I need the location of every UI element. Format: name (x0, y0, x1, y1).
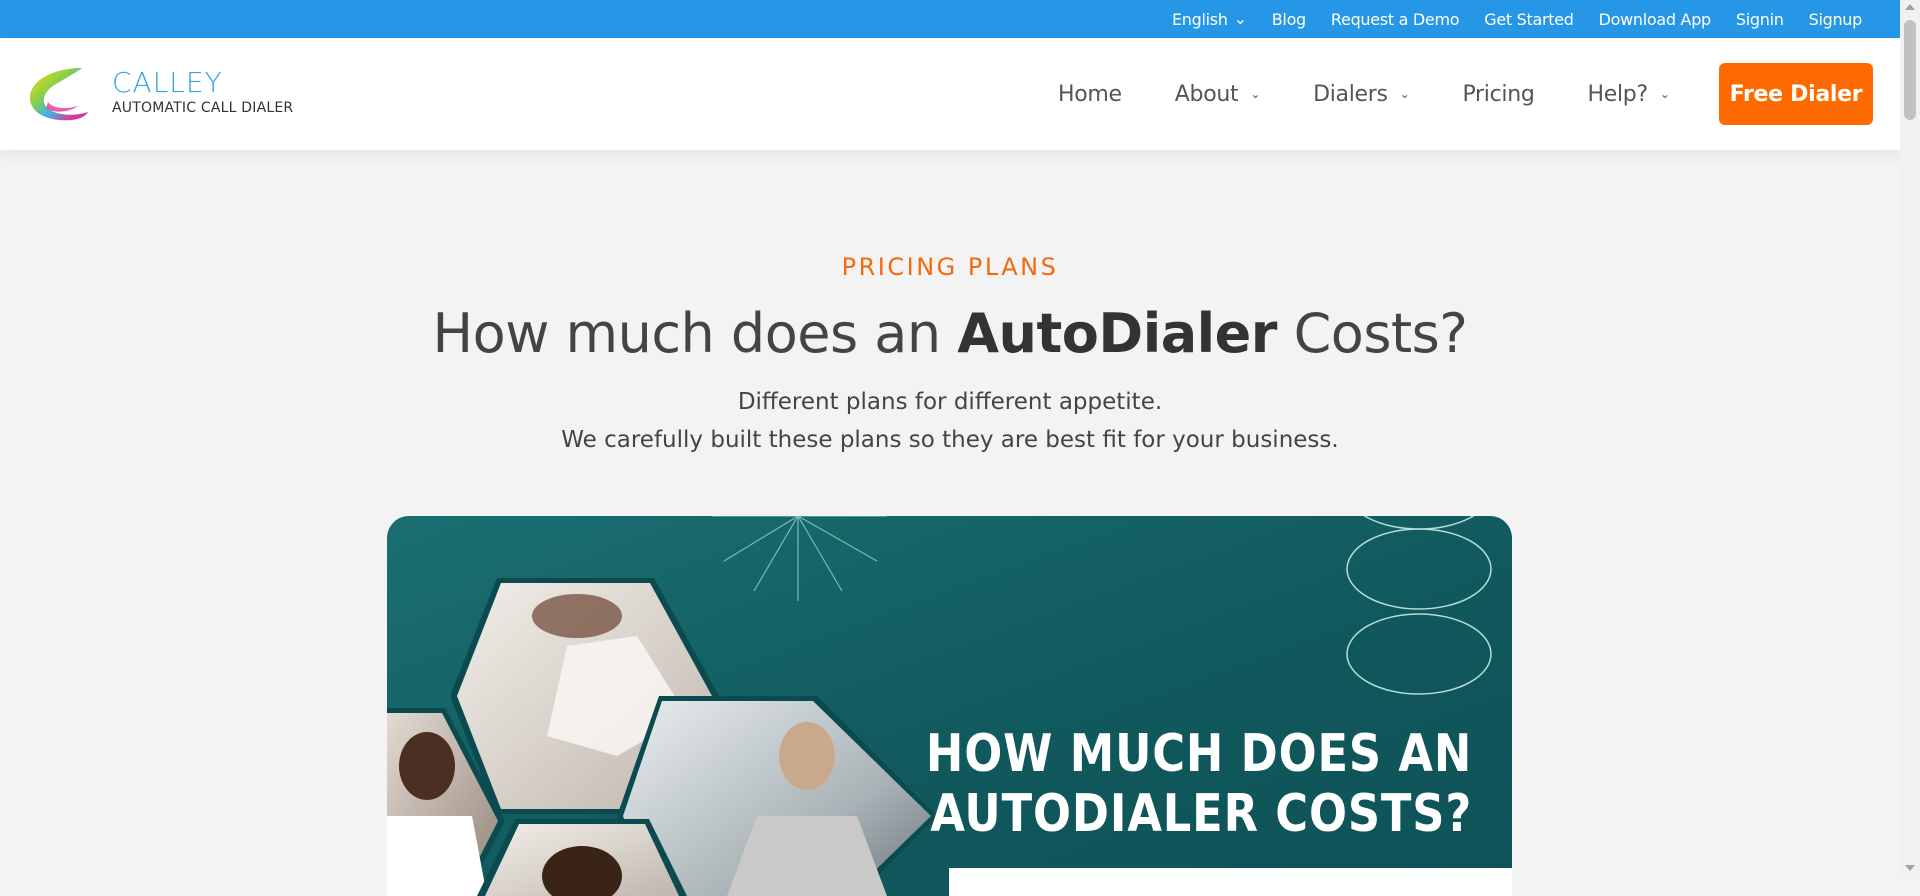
chevron-down-icon: ⌄ (1233, 8, 1247, 28)
scroll-down-arrow-icon[interactable] (1905, 865, 1915, 871)
banner-white-strip (949, 868, 1512, 896)
main-header: CALLEY AUTOMATIC CALL DIALER Home About ⌄… (0, 38, 1900, 150)
scrollbar-thumb[interactable] (1904, 20, 1916, 120)
top-link-request-demo[interactable]: Request a Demo (1331, 10, 1460, 29)
headline-post: Costs? (1276, 302, 1468, 365)
nav-about-label: About (1174, 81, 1239, 107)
banner-title-line-2: AUTODIALER COSTS? (930, 784, 1472, 844)
top-link-blog[interactable]: Blog (1272, 10, 1306, 29)
scroll-up-arrow-icon[interactable] (1905, 4, 1915, 10)
main-nav: Home About ⌄ Dialers ⌄ Pricing Help? ⌄ (1058, 38, 1723, 150)
nav-pricing[interactable]: Pricing (1462, 82, 1534, 107)
top-link-get-started[interactable]: Get Started (1484, 10, 1574, 29)
nav-home[interactable]: Home (1058, 82, 1122, 107)
calley-logo-icon[interactable] (24, 62, 90, 126)
page-scrollbar[interactable] (1900, 0, 1920, 875)
chevron-down-icon: ⌄ (1659, 87, 1670, 101)
nav-help-label: Help? (1587, 81, 1649, 107)
top-links: English ⌄ Blog Request a Demo Get Started… (1172, 0, 1862, 38)
section-eyebrow: PRICING PLANS (841, 253, 1059, 281)
nav-pricing-label: Pricing (1462, 81, 1535, 107)
language-selector[interactable]: English ⌄ (1171, 8, 1247, 29)
nav-about[interactable]: About ⌄ (1174, 81, 1261, 107)
top-utility-bar: English ⌄ Blog Request a Demo Get Started… (0, 0, 1900, 38)
chevron-down-icon: ⌄ (1399, 87, 1410, 101)
top-link-signin[interactable]: Signin (1736, 10, 1784, 29)
top-link-signup[interactable]: Signup (1809, 10, 1863, 29)
headline-bold: AutoDialer (957, 302, 1277, 365)
language-label: English (1171, 9, 1228, 29)
pricing-banner-image: HOW MUCH DOES AN AUTODIALER COSTS? (387, 516, 1512, 896)
nav-dialers[interactable]: Dialers ⌄ (1313, 81, 1410, 107)
chevron-down-icon: ⌄ (1250, 87, 1261, 101)
brand-name[interactable]: CALLEY (112, 66, 223, 99)
free-dialer-button[interactable]: Free Dialer (1719, 63, 1873, 125)
subtitle-line-2: We carefully built these plans so they a… (561, 427, 1339, 453)
page-title: How much does an AutoDialer Costs? (0, 302, 1900, 365)
subtitle-line-1: Different plans for different appetite. (737, 389, 1163, 415)
nav-dialers-label: Dialers (1313, 81, 1388, 107)
nav-home-label: Home (1058, 81, 1122, 107)
banner-title-line-1: HOW MUCH DOES AN (925, 724, 1472, 784)
nav-help[interactable]: Help? ⌄ (1588, 82, 1670, 107)
headline-pre: How much does an (432, 302, 958, 365)
banner-title: HOW MUCH DOES AN AUTODIALER COSTS? (926, 724, 1472, 844)
top-link-download-app[interactable]: Download App (1599, 10, 1712, 29)
brand-tagline: AUTOMATIC CALL DIALER (112, 100, 294, 116)
